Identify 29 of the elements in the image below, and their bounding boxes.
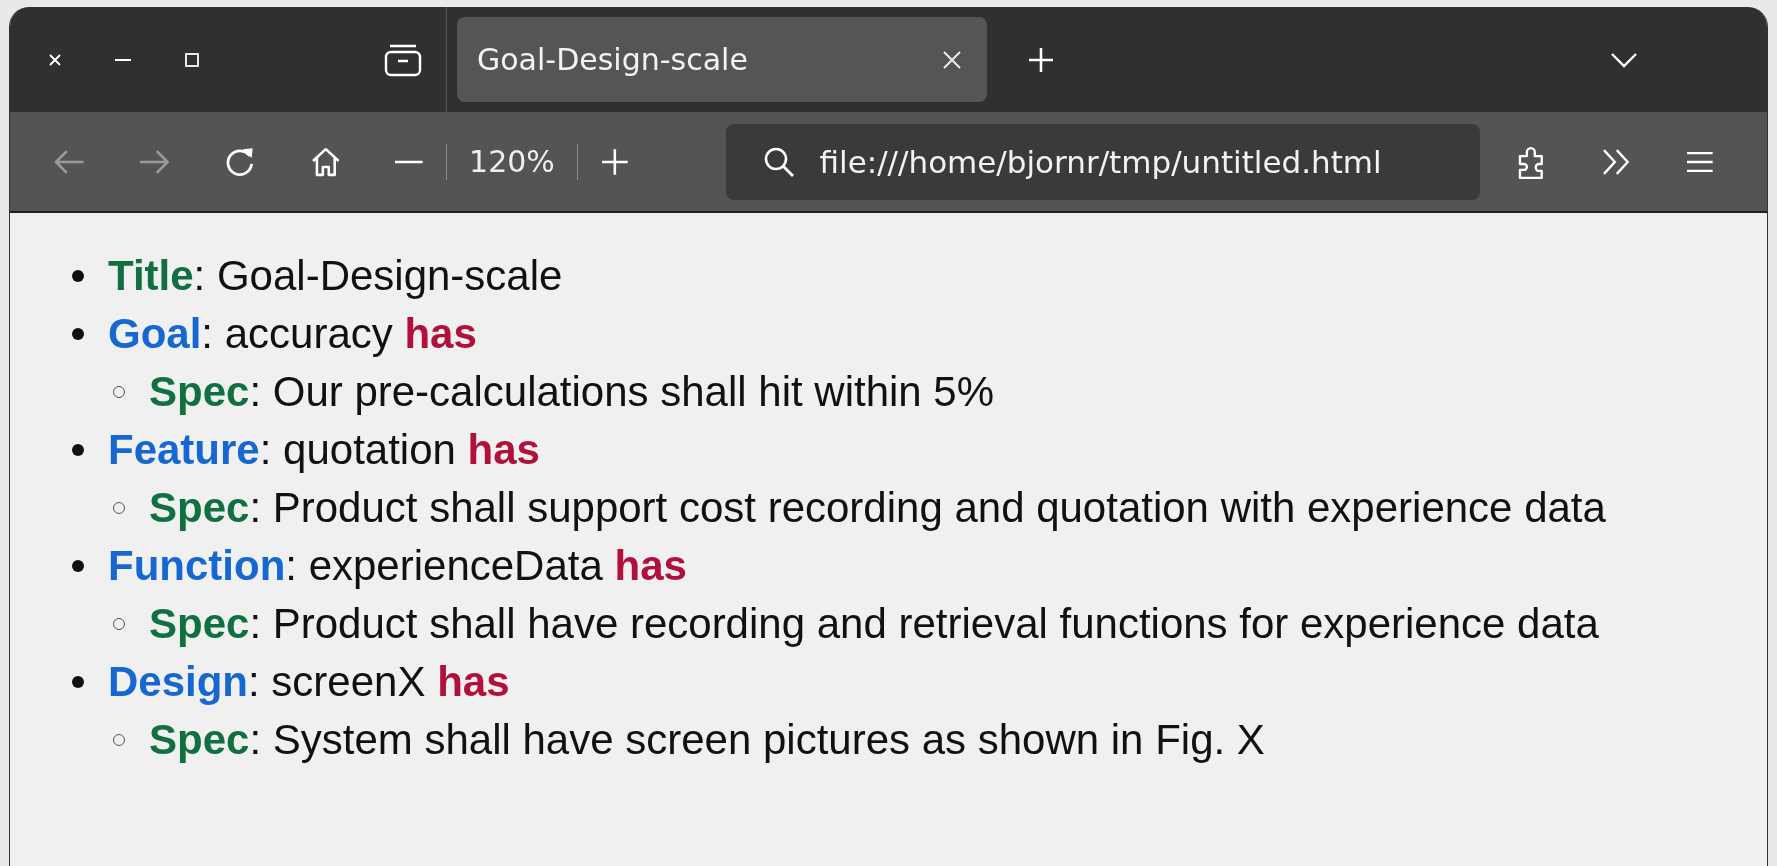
- minimize-icon[interactable]: [114, 57, 132, 62]
- list-item-text: Spec: System shall have screen pictures as shown in Fig. X: [149, 716, 1265, 764]
- zoom-level-button[interactable]: 120%: [469, 144, 555, 179]
- tab-list-icon[interactable]: [384, 42, 422, 77]
- list-item-text: Spec: Our pre-calculations shall hit within 5%: [149, 368, 995, 416]
- bullet-icon: [72, 560, 84, 572]
- list-item-text: Design: screenX has: [108, 658, 510, 706]
- close-icon[interactable]: [48, 52, 62, 67]
- zoom-in-icon[interactable]: [599, 146, 630, 177]
- tab-title: Goal-Design-scale: [477, 42, 748, 77]
- list-item-text: Goal: accuracy has: [108, 310, 477, 358]
- bullet-icon: [72, 270, 84, 282]
- bullet-icon: [72, 328, 84, 340]
- forward-arrow-icon[interactable]: [137, 147, 172, 176]
- list-item-text: Spec: Product shall support cost recording and quotation with experience data: [149, 484, 1606, 532]
- browser-tab[interactable]: Goal-Design-scale: [457, 17, 987, 102]
- address-bar[interactable]: file:///home/bjornr/tmp/untitled.html: [725, 123, 1481, 200]
- bullet-icon: [72, 676, 84, 688]
- list-item-text: Function: experienceData has: [108, 542, 687, 590]
- zoom-out-icon[interactable]: [394, 158, 425, 165]
- list-item-text: Title: Goal-Design-scale: [108, 252, 563, 300]
- list-item-text: Spec: Product shall have recording and retrieval functions for experience data: [149, 600, 1599, 648]
- close-icon[interactable]: [941, 48, 963, 71]
- new-tab-icon[interactable]: [1027, 45, 1055, 74]
- bullet-icon: [72, 444, 84, 456]
- chevron-down-icon[interactable]: [1609, 50, 1639, 69]
- menu-icon[interactable]: [1685, 149, 1715, 174]
- maximize-icon[interactable]: [184, 51, 200, 68]
- list-item-text: Feature: quotation has: [108, 426, 540, 474]
